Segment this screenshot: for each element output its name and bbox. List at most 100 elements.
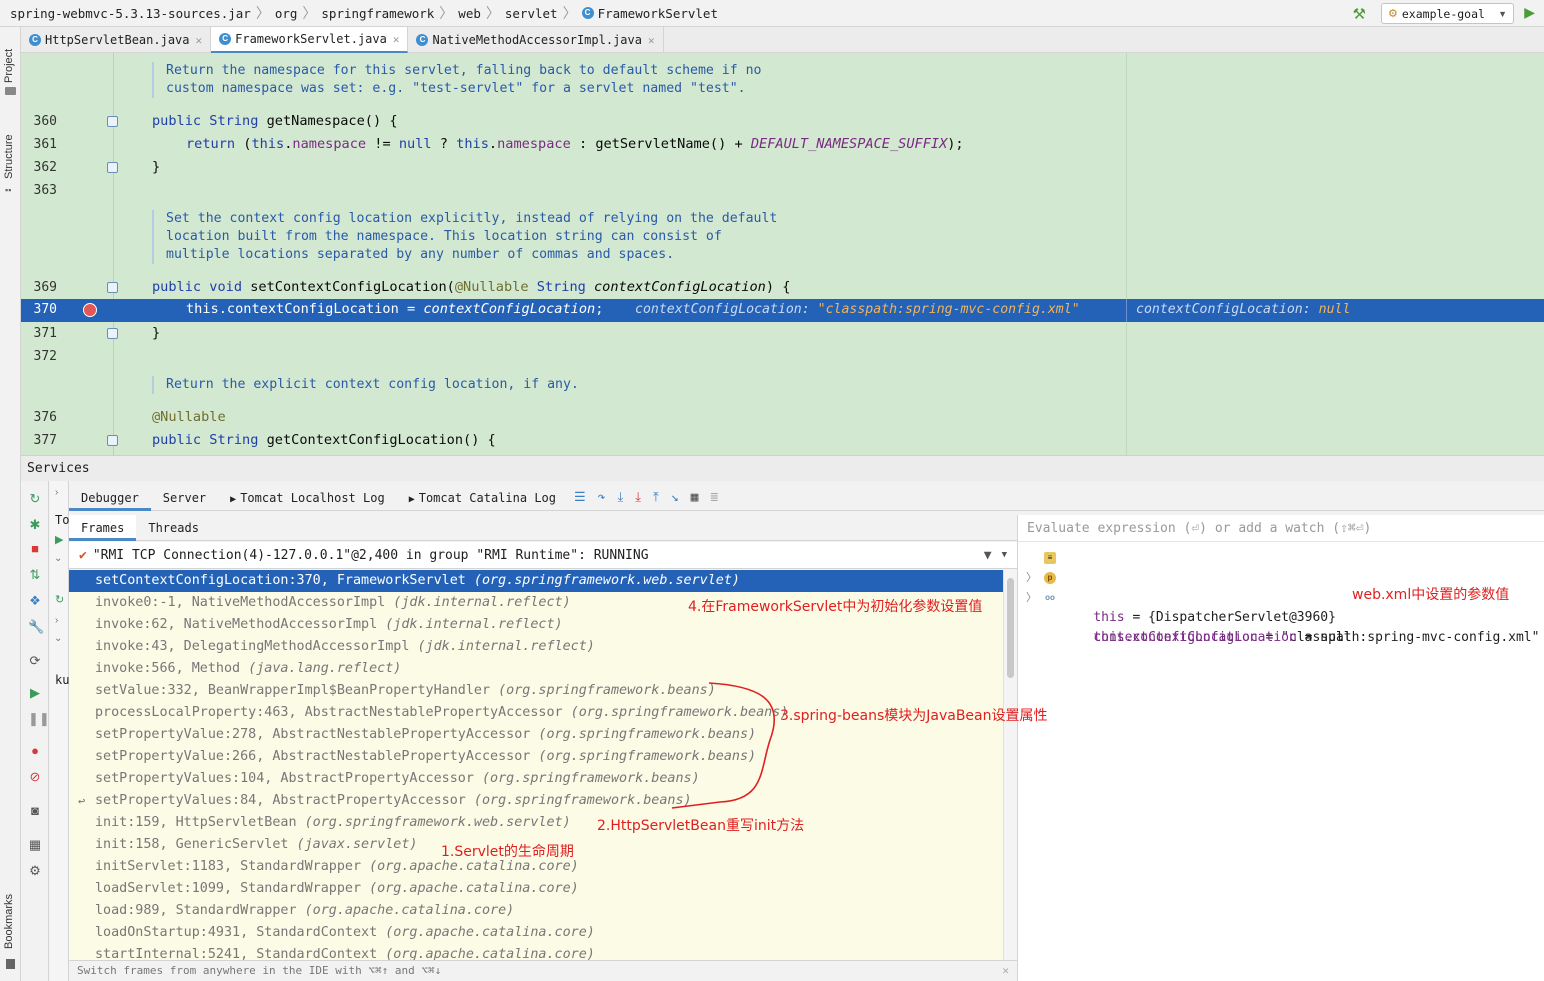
layout-icon[interactable]: ▦ (28, 837, 42, 853)
breadcrumb-org[interactable]: org (275, 6, 298, 21)
frame-row[interactable]: loadOnStartup:4931, StandardContext (org… (69, 922, 1003, 944)
view-breakpoints-icon[interactable]: ● (28, 743, 42, 758)
tree-node-tomcat[interactable]: To (55, 513, 69, 527)
chevron-down-icon[interactable]: ⌄ (54, 553, 62, 564)
chevron-right-icon[interactable]: › (55, 487, 58, 498)
field-icon: ≡ (1044, 552, 1056, 564)
frame-row[interactable]: setPropertyValue:266, AbstractNestablePr… (69, 746, 1003, 768)
frame-row[interactable]: init:159, HttpServletBean (org.springfra… (69, 812, 1003, 834)
frame-row[interactable]: startInternal:5241, StandardContext (org… (69, 944, 1003, 960)
project-tool-button[interactable]: Project (3, 49, 15, 83)
bookmarks-tool-button[interactable]: Bookmarks (3, 894, 15, 949)
fold-icon[interactable] (107, 116, 118, 127)
frame-row[interactable]: setPropertyValues:104, AbstractPropertyA… (69, 768, 1003, 790)
deploy-icon[interactable]: ⇅ (28, 567, 42, 583)
tab-httpservletbean[interactable]: C HttpServletBean.java ✕ (21, 27, 212, 53)
tree-node-ku[interactable]: ku (55, 673, 69, 687)
frame-row[interactable]: invoke:566, Method (java.lang.reflect) (69, 658, 1003, 680)
breadcrumb-servlet[interactable]: servlet (505, 6, 558, 21)
frame-package: (javax.servlet) (296, 837, 418, 852)
tab-label: FrameworkServlet.java (235, 32, 387, 46)
step-over-icon[interactable]: ↷ (598, 490, 606, 505)
thread-selector[interactable]: ✔ "RMI TCP Connection(4)-127.0.0.1"@2,40… (69, 542, 1017, 569)
frame-row[interactable]: invoke:43, DelegatingMethodAccessorImpl … (69, 636, 1003, 658)
wrench-icon[interactable]: 🔧 (28, 619, 44, 635)
annotation-4: 4.在FrameworkServlet中为初始化参数设置值 (688, 599, 983, 615)
tab-nativemethodaccessorimpl[interactable]: C NativeMethodAccessorImpl.java ✕ (408, 27, 664, 53)
frame-row[interactable]: invoke:62, NativeMethodAccessorImpl (jdk… (69, 614, 1003, 636)
breakpoint-icon[interactable] (83, 303, 97, 317)
frame-row[interactable]: ↩ setPropertyValues:84, AbstractPropertyA… (69, 790, 1003, 812)
step-into-icon[interactable]: ⤓ (617, 490, 623, 505)
tab-debugger[interactable]: Debugger (69, 485, 151, 511)
frame-row[interactable]: setValue:332, BeanWrapperImpl$BeanProper… (69, 680, 1003, 702)
trace-icon[interactable]: ≣ (710, 490, 718, 505)
stop-icon[interactable]: ■ (28, 541, 42, 556)
tab-frameworkservlet[interactable]: C FrameworkServlet.java ✕ (211, 27, 409, 53)
update-icon[interactable]: ❖ (28, 593, 42, 609)
resume-icon[interactable]: ▶ (28, 685, 42, 701)
breadcrumb-web[interactable]: web (458, 6, 481, 21)
chevron-right-icon: 〉 (255, 6, 270, 22)
frame-method: invoke:43, DelegatingMethodAccessorImpl (95, 639, 410, 654)
debug-icon[interactable]: ✱ (28, 517, 42, 533)
tab-frames[interactable]: Frames (69, 514, 137, 541)
frames-list[interactable]: setContextConfigLocation:370, FrameworkS… (69, 570, 1003, 960)
execution-line-370[interactable]: 370 this.contextConfigLocation = context… (21, 299, 1544, 322)
force-step-into-icon[interactable]: ⤓ (635, 490, 641, 505)
close-icon[interactable]: ✕ (648, 34, 655, 47)
frame-row[interactable]: loadServlet:1099, StandardWrapper (org.a… (69, 878, 1003, 900)
evaluate-expression-input[interactable]: Evaluate expression (⏎) or add a watch (… (1018, 515, 1544, 542)
fold-icon[interactable] (107, 435, 118, 446)
breadcrumb-jar[interactable]: spring-webmvc-5.3.13-sources.jar (10, 6, 251, 21)
chevron-down-icon[interactable]: ⌄ (54, 633, 62, 644)
tab-server[interactable]: Server (151, 485, 218, 511)
line-number: 362 (33, 160, 57, 175)
menu-icon[interactable]: ☰ (574, 490, 586, 505)
frame-row[interactable]: setContextConfigLocation:370, FrameworkS… (69, 570, 1003, 592)
frame-row[interactable]: load:989, StandardWrapper (org.apache.ca… (69, 900, 1003, 922)
close-icon[interactable]: ✕ (1002, 961, 1009, 981)
evaluate-table-icon[interactable]: ▦ (691, 490, 699, 505)
refresh-icon[interactable]: ⟳ (28, 653, 42, 669)
play-icon: ▶ (55, 534, 64, 546)
filter-icon[interactable]: ▼ (984, 548, 992, 563)
close-icon[interactable]: ✕ (393, 33, 400, 46)
annotation-1: 1.Servlet的生命周期 (441, 844, 574, 860)
tab-tomcat-localhost-log[interactable]: ▶ Tomcat Localhost Log (218, 485, 397, 511)
fold-icon[interactable] (107, 282, 118, 293)
chevron-right-icon[interactable]: › (55, 615, 58, 626)
maven-icon: ⚙ (1388, 8, 1398, 20)
doc-line: Set the context config location explicit… (166, 211, 778, 226)
frame-method: initServlet:1183, StandardWrapper (95, 859, 362, 874)
frame-method: startInternal:5241, StandardContext (95, 947, 378, 960)
frame-method: invoke:62, NativeMethodAccessorImpl (95, 617, 378, 632)
run-to-cursor-icon[interactable]: ↘ (671, 490, 679, 505)
margin-guide (1126, 299, 1127, 322)
settings-gear-icon[interactable]: ⚙ (28, 863, 42, 879)
run-config-select[interactable]: ⚙ example-goal ▼ (1381, 3, 1514, 24)
structure-tool-button[interactable]: Structure (3, 134, 15, 179)
frames-tabs: Frames Threads (69, 514, 1017, 541)
variable-this[interactable]: 〉 ≡ this = {DispatcherServlet@3960} (1018, 548, 1544, 625)
frame-row[interactable]: setPropertyValue:278, AbstractNestablePr… (69, 724, 1003, 746)
mute-breakpoints-icon[interactable]: ⊘ (28, 769, 42, 785)
fold-icon[interactable] (107, 162, 118, 173)
scroll-thumb[interactable] (1007, 578, 1014, 678)
chevron-down-icon[interactable]: ▼ (1002, 550, 1007, 560)
step-out-icon[interactable]: ⤒ (653, 490, 659, 505)
close-icon[interactable]: ✕ (196, 34, 203, 47)
camera-icon[interactable]: ◙ (28, 803, 42, 818)
code-editor[interactable]: Return the namespace for this servlet, f… (21, 53, 1544, 455)
build-hammer-icon[interactable]: ⚒ (1353, 5, 1366, 23)
tab-threads[interactable]: Threads (136, 515, 211, 541)
pause-icon[interactable]: ❚❚ (28, 711, 50, 727)
tab-tomcat-catalina-log[interactable]: ▶ Tomcat Catalina Log (397, 485, 568, 511)
rerun-icon[interactable]: ↻ (28, 491, 42, 507)
breadcrumb-class[interactable]: C FrameworkServlet (581, 6, 718, 21)
inline-value-name: contextConfigLocation: (635, 302, 818, 317)
frames-scrollbar[interactable] (1003, 570, 1017, 960)
fold-icon[interactable] (107, 328, 118, 339)
run-icon[interactable]: ▶ (1524, 4, 1535, 21)
breadcrumb-springframework[interactable]: springframework (321, 6, 434, 21)
